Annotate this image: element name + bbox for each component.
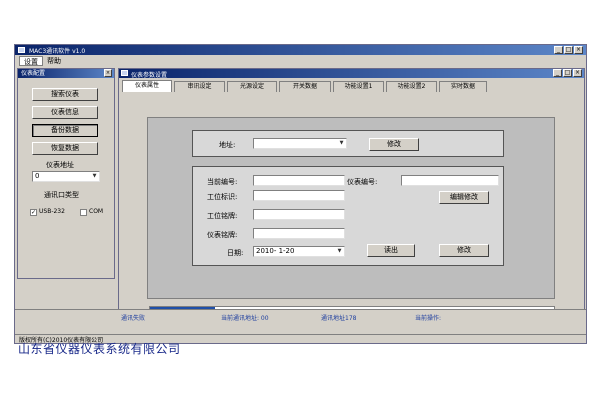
- edit-code-button[interactable]: 编辑修改: [439, 191, 489, 204]
- tab-meter-properties[interactable]: 仪表属性: [122, 80, 172, 92]
- usb232-checkbox[interactable]: ✓: [30, 209, 37, 216]
- chevron-down-icon: ▼: [92, 173, 97, 179]
- child-window-icon: [121, 70, 128, 76]
- date-label: 日期:: [227, 249, 244, 257]
- chevron-down-icon: ▼: [339, 140, 344, 146]
- meter-plate-field[interactable]: [253, 228, 345, 239]
- tab-content-area: 地址: ▼ 修改 当前编号: 仪表编号: 工位标识: 编辑修改 工位铭牌: 仪表…: [147, 117, 555, 299]
- child-titlebar[interactable]: 仪表参数设置 _ □ ×: [119, 69, 584, 79]
- comm-status-text: 通讯失败: [121, 315, 146, 322]
- meter-address-value: 0: [35, 172, 40, 180]
- menu-help[interactable]: 帮助: [43, 56, 65, 66]
- com-label: COM: [89, 208, 104, 215]
- station-id-label: 工位标识:: [207, 193, 238, 201]
- minimize-button[interactable]: _: [554, 46, 563, 54]
- write-button[interactable]: 修改: [439, 244, 489, 257]
- meter-plate-label: 仪表铭牌:: [207, 231, 238, 239]
- app-icon: [18, 47, 25, 53]
- meter-info-group: 当前编号: 仪表编号: 工位标识: 编辑修改 工位铭牌: 仪表铭牌: 日期: 2…: [192, 166, 504, 266]
- tab-serial-settings[interactable]: 串讯设定: [174, 81, 225, 92]
- meter-params-window: 仪表参数设置 _ □ × 仪表属性 串讯设定 光源设定 开关数据 功能设置1 功…: [118, 68, 585, 314]
- search-meter-button[interactable]: 搜索仪表: [32, 88, 98, 101]
- station-id-field[interactable]: [253, 190, 345, 201]
- meter-code-field[interactable]: [401, 175, 499, 186]
- comm-address-text: 通讯地址178: [321, 315, 357, 322]
- com-checkbox[interactable]: [80, 209, 87, 216]
- company-caption: 山东省仪器仪表系统有限公司: [18, 342, 181, 356]
- window-title: MAC3通讯软件 v1.0: [29, 48, 86, 55]
- current-number-label: 当前编号:: [207, 178, 238, 186]
- station-plate-field[interactable]: [253, 209, 345, 220]
- usb232-label: USB-232: [39, 208, 65, 215]
- child-close-button[interactable]: ×: [573, 69, 582, 77]
- maximize-button[interactable]: □: [564, 46, 573, 54]
- close-button[interactable]: ×: [574, 46, 583, 54]
- main-window: MAC3通讯软件 v1.0 _ □ × 设置 帮助 仪表配置 × 搜索仪表 仪表…: [14, 44, 587, 344]
- comm-type-label: 通讯口类型: [44, 191, 79, 199]
- tab-realtime-data[interactable]: 实时数据: [439, 81, 487, 92]
- meter-info-button[interactable]: 仪表信息: [32, 106, 98, 119]
- backup-data-button[interactable]: 备份数据: [32, 124, 98, 137]
- window-titlebar[interactable]: MAC3通讯软件 v1.0 _ □ ×: [15, 45, 586, 55]
- panel-close-button[interactable]: ×: [104, 69, 112, 77]
- child-title: 仪表参数设置: [131, 72, 168, 79]
- current-operation-text: 当前操作:: [415, 315, 442, 322]
- date-value: 2010- 1-20: [256, 247, 295, 255]
- address-select[interactable]: ▼: [253, 138, 347, 149]
- current-address-text: 当前通讯地址: 00: [221, 315, 269, 322]
- tab-function-settings-1[interactable]: 功能设置1: [333, 81, 384, 92]
- tab-switch-data[interactable]: 开关数据: [279, 81, 331, 92]
- date-picker[interactable]: 2010- 1-20 ▼: [253, 246, 345, 257]
- child-maximize-button[interactable]: □: [563, 69, 572, 77]
- menu-settings[interactable]: 设置: [19, 56, 43, 66]
- station-plate-label: 工位铭牌:: [207, 212, 238, 220]
- meter-config-panel: 仪表配置 × 搜索仪表 仪表信息 备份数据 恢复数据 仪表地址 0 ▼ 通讯口类…: [17, 68, 115, 279]
- read-button[interactable]: 读出: [367, 244, 415, 257]
- restore-data-button[interactable]: 恢复数据: [32, 142, 98, 155]
- tab-light-settings[interactable]: 光源设定: [227, 81, 277, 92]
- meter-address-label: 仪表地址: [46, 161, 74, 169]
- address-modify-button[interactable]: 修改: [369, 138, 419, 151]
- menu-bar: 设置 帮助: [15, 55, 586, 67]
- meter-address-select[interactable]: 0 ▼: [32, 171, 100, 182]
- current-number-field[interactable]: [253, 175, 345, 186]
- child-minimize-button[interactable]: _: [553, 69, 562, 77]
- status-bar: 通讯失败 当前通讯地址: 00 通讯地址178 当前操作:: [15, 309, 586, 323]
- tab-function-settings-2[interactable]: 功能设置2: [386, 81, 437, 92]
- address-group: 地址: ▼ 修改: [192, 130, 504, 157]
- chevron-down-icon: ▼: [337, 248, 342, 254]
- meter-code-label: 仪表编号:: [347, 178, 378, 186]
- address-label: 地址:: [219, 141, 236, 149]
- panel-title: 仪表配置: [18, 69, 114, 78]
